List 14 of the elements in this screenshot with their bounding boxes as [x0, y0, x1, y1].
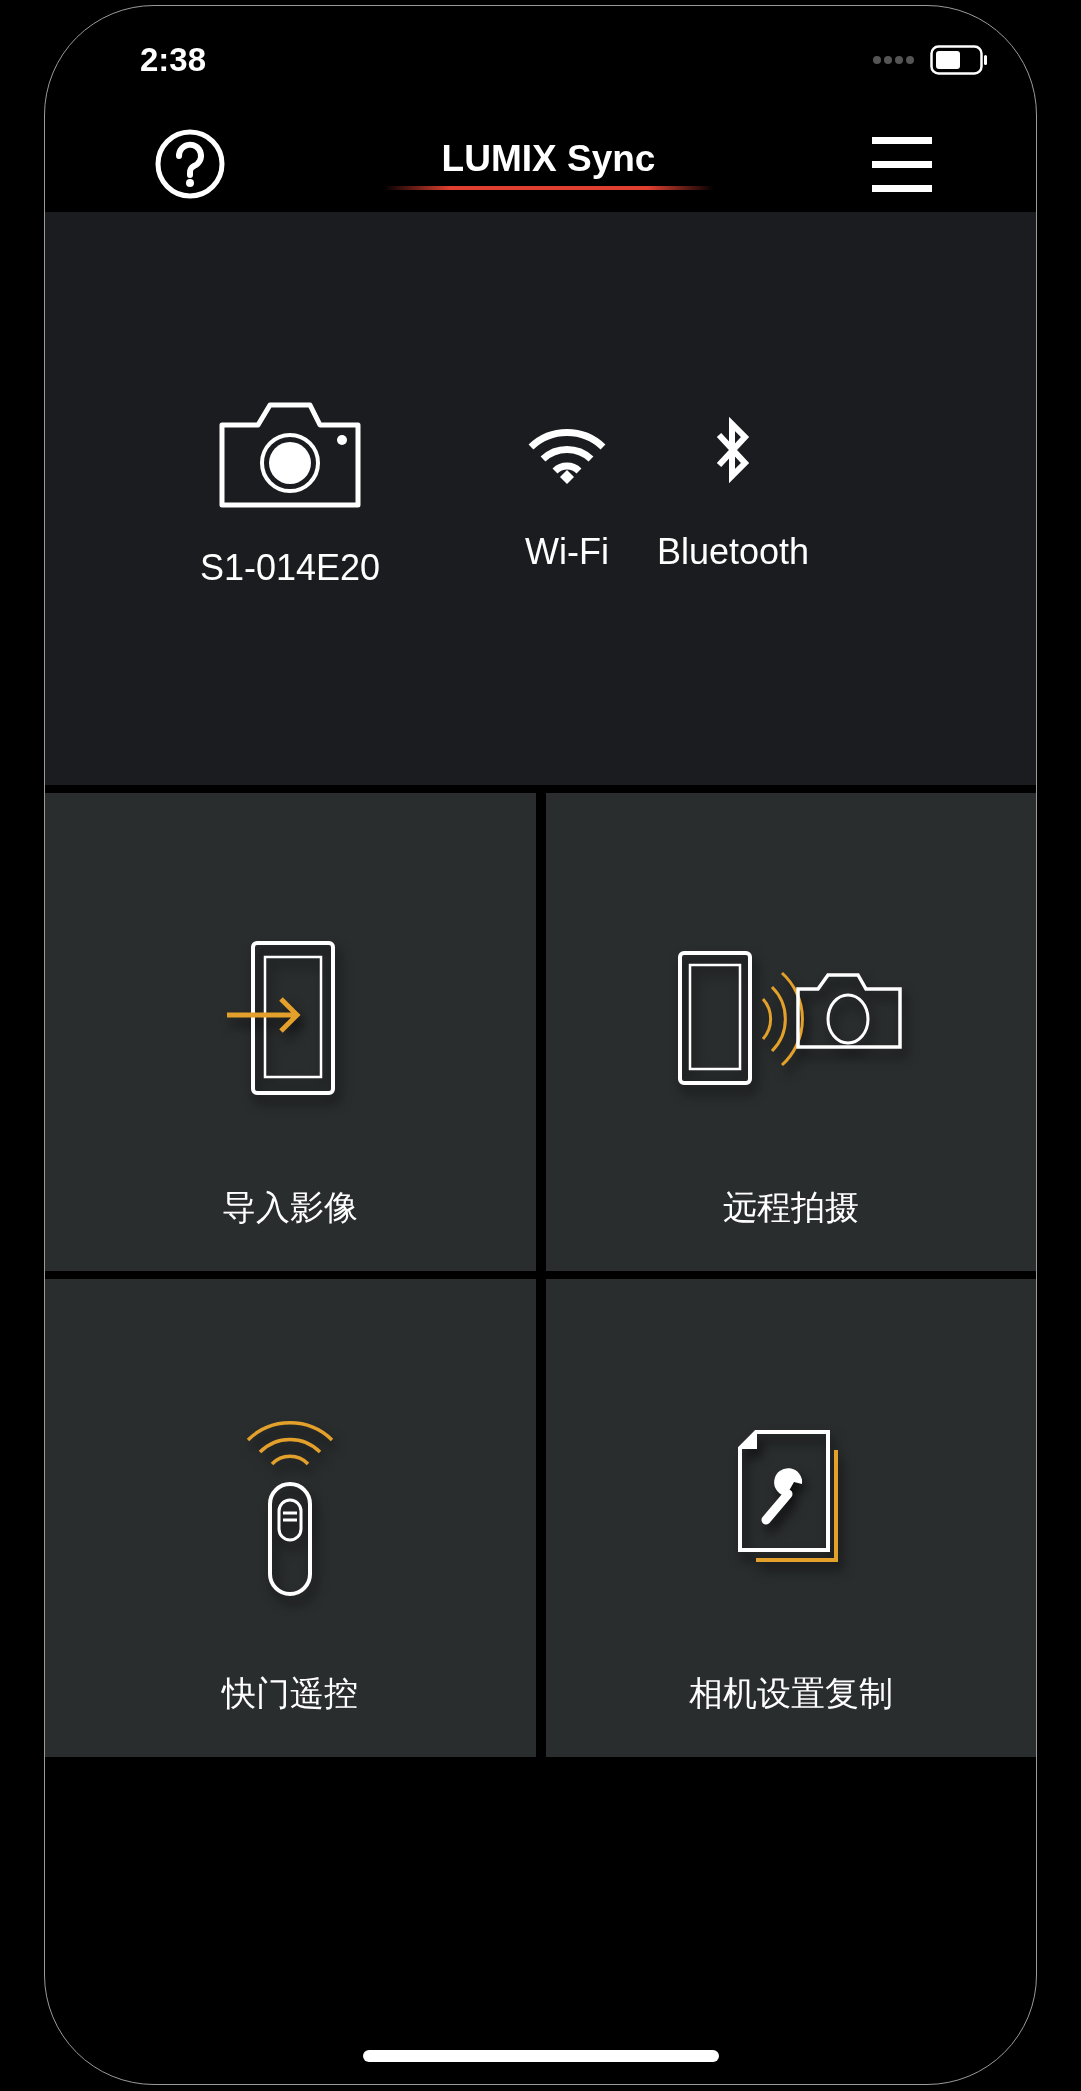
connection-label: Bluetooth — [656, 530, 810, 573]
feature-tile[interactable]: 相机设置复制 — [545, 1279, 1036, 1757]
connection-label: Wi-Fi — [525, 530, 609, 573]
help-button[interactable] — [155, 129, 225, 199]
camera-name: S1-014E20 — [199, 546, 381, 589]
wifi-icon — [526, 428, 607, 485]
feature-tile[interactable]: 远程拍摄 — [545, 793, 1036, 1271]
battery-icon — [930, 45, 988, 75]
feature-tile[interactable]: 快门遥控 — [45, 1279, 536, 1757]
feature-tile[interactable]: 导入影像 — [45, 793, 536, 1271]
signal-icon — [872, 55, 916, 65]
status-time: 2:38 — [140, 41, 207, 79]
app-title: LUMIX Sync — [441, 138, 656, 180]
menu-button[interactable] — [872, 135, 932, 193]
